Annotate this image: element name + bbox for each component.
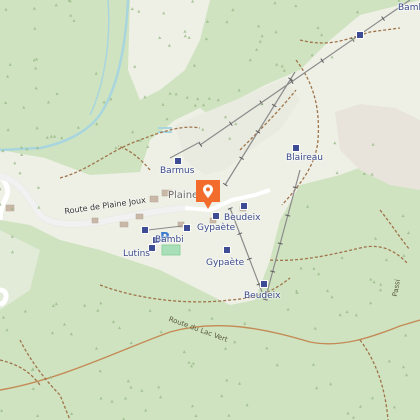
poi-beudeix-upper[interactable] xyxy=(212,212,220,220)
label-gypaete-upper: Gypaète xyxy=(197,223,236,233)
label-bambi-corner: Bambi xyxy=(398,3,420,13)
poi-bambi[interactable] xyxy=(141,226,149,234)
map-base xyxy=(0,0,420,420)
poi-gypaete-lower[interactable] xyxy=(223,246,231,254)
label-barmus: Barmus xyxy=(160,166,195,176)
location-marker[interactable] xyxy=(196,180,220,210)
sports-pitch xyxy=(161,244,181,256)
label-beudeix-upper: Beudeix xyxy=(224,213,261,223)
label-plaine: Plaine xyxy=(168,190,199,201)
label-beudeix-lower: Beudeix xyxy=(244,291,281,301)
poi-beudeix-lower[interactable] xyxy=(260,280,268,288)
label-blaireau: Blaireau xyxy=(286,153,323,163)
poi-beudeix-station[interactable] xyxy=(240,202,248,210)
poi-blaireau[interactable] xyxy=(292,144,300,152)
poi-barmus[interactable] xyxy=(174,157,182,165)
map-canvas[interactable]: P Barmus Plaine Beudeix Gypaète Bambi Lu… xyxy=(0,0,420,420)
location-pin-icon xyxy=(196,180,220,209)
poi-bambi-3[interactable] xyxy=(183,224,191,232)
poi-upper-station[interactable] xyxy=(356,31,364,39)
label-bambi: Bambi xyxy=(155,235,184,245)
label-gypaete-lower: Gypaète xyxy=(206,258,245,268)
label-lutins: Lutins xyxy=(123,249,150,259)
